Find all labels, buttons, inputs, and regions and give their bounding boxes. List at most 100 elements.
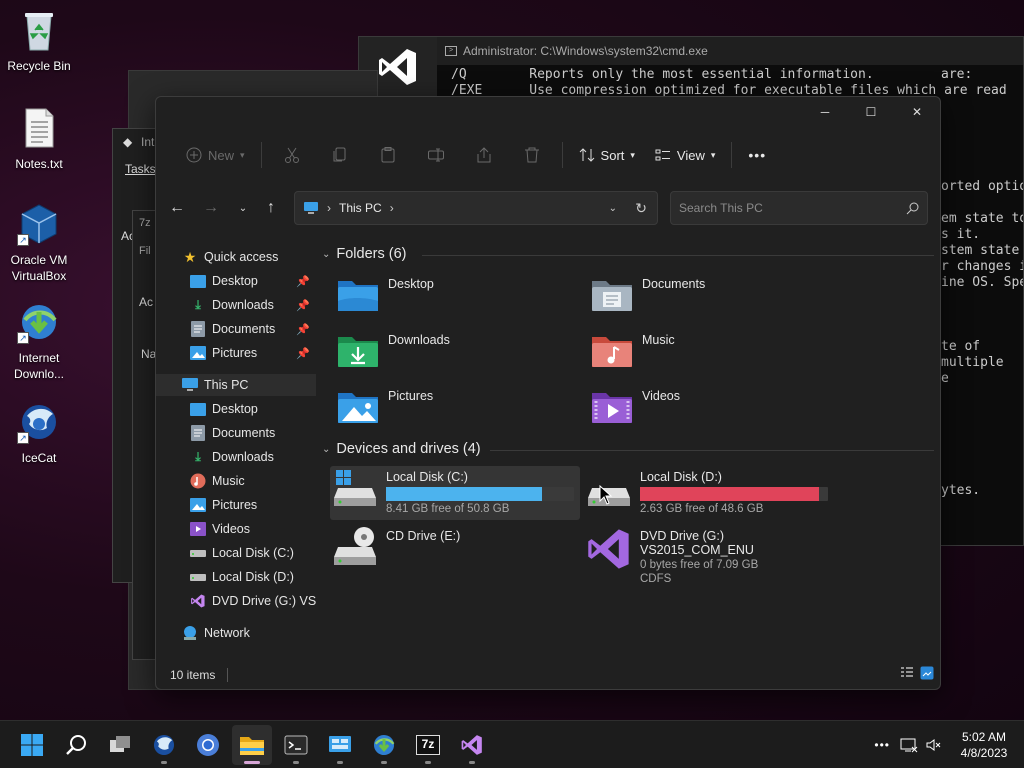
nav-pc-documents[interactable]: Documents [156, 422, 316, 444]
nav-pc-local-disk-c[interactable]: Local Disk (C:) [156, 542, 316, 564]
network-icon[interactable] [900, 737, 918, 753]
breadcrumb-this-pc[interactable]: This PC [339, 201, 382, 215]
nav-label: Pictures [212, 498, 258, 512]
address-history-dropdown[interactable]: ⌄ [609, 203, 617, 214]
taskbar-internet-download-manager[interactable] [364, 725, 404, 765]
nav-this-pc[interactable]: This PC [156, 374, 316, 396]
view-button[interactable]: View ▾ [645, 139, 725, 171]
nav-quick-documents[interactable]: Documents 📌 [156, 318, 316, 340]
desktop-icon-icecat[interactable]: ↗ IceCat [0, 400, 78, 466]
file-explorer-window[interactable]: ─ ☐ ✕ New ▾ Sort ▾ View ▾ ••• ← → ⌄ ↑ › … [155, 96, 941, 690]
maximize-button[interactable]: ☐ [848, 97, 894, 127]
nav-quick-pictures[interactable]: Pictures 📌 [156, 342, 316, 364]
show-hidden-icons-button[interactable]: ••• [874, 738, 890, 752]
nav-quick-access[interactable]: ★ Quick access [156, 246, 316, 268]
taskbar-file-explorer[interactable] [232, 725, 272, 765]
folder-documents[interactable]: Documents [590, 275, 840, 323]
paste-button[interactable] [375, 139, 401, 171]
pin-icon[interactable]: 📌 [296, 299, 310, 312]
search-button[interactable] [56, 725, 96, 765]
folder-music[interactable]: Music [590, 331, 840, 379]
task-view-button[interactable] [100, 725, 140, 765]
desktop-icon-recycle-bin[interactable]: Recycle Bin [0, 8, 78, 74]
share-button[interactable] [471, 139, 497, 171]
recent-locations-button[interactable]: ⌄ [228, 193, 258, 223]
running-indicator [469, 761, 475, 764]
pin-icon[interactable]: 📌 [296, 347, 310, 360]
nav-pc-local-disk-d[interactable]: Local Disk (D:) [156, 566, 316, 588]
nav-pc-videos[interactable]: Videos [156, 518, 316, 540]
drive-local-disk-d[interactable]: Local Disk (D:) 2.63 GB free of 48.6 GB [584, 466, 834, 520]
nav-pc-downloads[interactable]: ⤓ Downloads [156, 446, 316, 468]
start-button[interactable] [12, 725, 52, 765]
chevron-down-icon: ⌄ [322, 443, 331, 455]
pin-icon[interactable]: 📌 [296, 323, 310, 336]
downloads-folder-icon: ⤓ [195, 449, 201, 464]
folder-label: Videos [642, 389, 680, 403]
cmd-titlebar[interactable]: > Administrator: C:\Windows\system32\cmd… [437, 37, 1023, 65]
tiles-view-button[interactable] [920, 666, 934, 683]
sort-icon [579, 148, 594, 162]
nav-quick-downloads[interactable]: ⤓ Downloads 📌 [156, 294, 316, 316]
back-button[interactable]: ← [162, 193, 192, 223]
folder-desktop[interactable]: Desktop [336, 275, 586, 323]
taskbar-terminal[interactable] [276, 725, 316, 765]
clock[interactable]: 5:02 AM 4/8/2023 [952, 729, 1016, 761]
chevron-down-icon: ▾ [240, 149, 245, 160]
drive-cd-e[interactable]: CD Drive (E:) [330, 525, 580, 579]
folders-group-header[interactable]: ⌄ Folders (6) [322, 243, 407, 265]
visual-studio-icon [461, 735, 482, 755]
taskbar-visual-studio[interactable] [452, 725, 492, 765]
drive-name: Local Disk (C:) [386, 470, 468, 484]
nav-quick-desktop[interactable]: Desktop 📌 [156, 270, 316, 292]
desktop-icon-notes[interactable]: Notes.txt [0, 106, 78, 172]
folder-videos[interactable]: Videos [590, 387, 840, 435]
desktop-icon-internet-download-manager[interactable]: ↗ Internet Downlo... [0, 300, 78, 382]
drive-dvd-g[interactable]: DVD Drive (G:) VS2015_COM_ENU 0 bytes fr… [584, 525, 834, 585]
nav-label: Quick access [204, 250, 279, 264]
nav-pc-desktop[interactable]: Desktop [156, 398, 316, 420]
nav-label: DVD Drive (G:) VS2 [212, 594, 316, 608]
minimize-button[interactable]: ─ [802, 97, 848, 127]
nav-network[interactable]: Network [156, 622, 316, 644]
desktop-icon-virtualbox[interactable]: ↗ Oracle VM VirtualBox [0, 202, 78, 284]
nav-pc-pictures[interactable]: Pictures [156, 494, 316, 516]
up-button[interactable]: ↑ [256, 193, 286, 223]
cut-button[interactable] [279, 139, 305, 171]
taskbar-control-panel[interactable] [320, 725, 360, 765]
details-view-button[interactable] [900, 666, 914, 683]
arrow-left-icon: ← [169, 199, 185, 216]
address-bar[interactable]: › This PC › ⌄ ↻ [294, 191, 658, 225]
drive-local-disk-c[interactable]: Local Disk (C:) 8.41 GB free of 50.8 GB [330, 466, 580, 520]
drive-usage-fill [640, 487, 819, 501]
forward-button[interactable]: → [196, 193, 226, 223]
rename-button[interactable] [423, 139, 449, 171]
sort-button[interactable]: Sort ▾ [569, 139, 645, 171]
breadcrumb-chevron-icon[interactable]: › [390, 201, 394, 215]
drive-usage-bar [386, 487, 574, 501]
desktop-icon-label: Notes.txt [15, 157, 63, 171]
drives-group-header[interactable]: ⌄ Devices and drives (4) [322, 438, 481, 460]
search-input[interactable]: Search This PC [670, 191, 928, 225]
taskbar-7zip[interactable]: 7z [408, 725, 448, 765]
pin-icon[interactable]: 📌 [296, 275, 310, 288]
more-icon: ••• [748, 147, 767, 163]
refresh-button[interactable]: ↻ [635, 200, 647, 217]
close-icon: ✕ [911, 105, 923, 119]
close-button[interactable]: ✕ [894, 97, 940, 127]
folder-downloads[interactable]: Downloads [336, 331, 586, 379]
nav-label: Desktop [212, 402, 258, 416]
delete-button[interactable] [519, 139, 545, 171]
tab-tasks[interactable]: Tasks [125, 162, 156, 176]
folder-pictures[interactable]: Pictures [336, 387, 586, 435]
copy-button[interactable] [327, 139, 353, 171]
shortcut-arrow-icon: ↗ [17, 432, 29, 444]
more-options-button[interactable]: ••• [738, 139, 776, 171]
volume-muted-icon[interactable] [926, 737, 942, 753]
nav-pc-music[interactable]: Music [156, 470, 316, 492]
taskbar-chromium[interactable] [188, 725, 228, 765]
nav-pc-dvd-drive-g[interactable]: DVD Drive (G:) VS2 [156, 590, 316, 612]
new-button[interactable]: New ▾ [176, 139, 255, 171]
taskbar-icecat[interactable] [144, 725, 184, 765]
music-folder-icon [590, 331, 634, 371]
